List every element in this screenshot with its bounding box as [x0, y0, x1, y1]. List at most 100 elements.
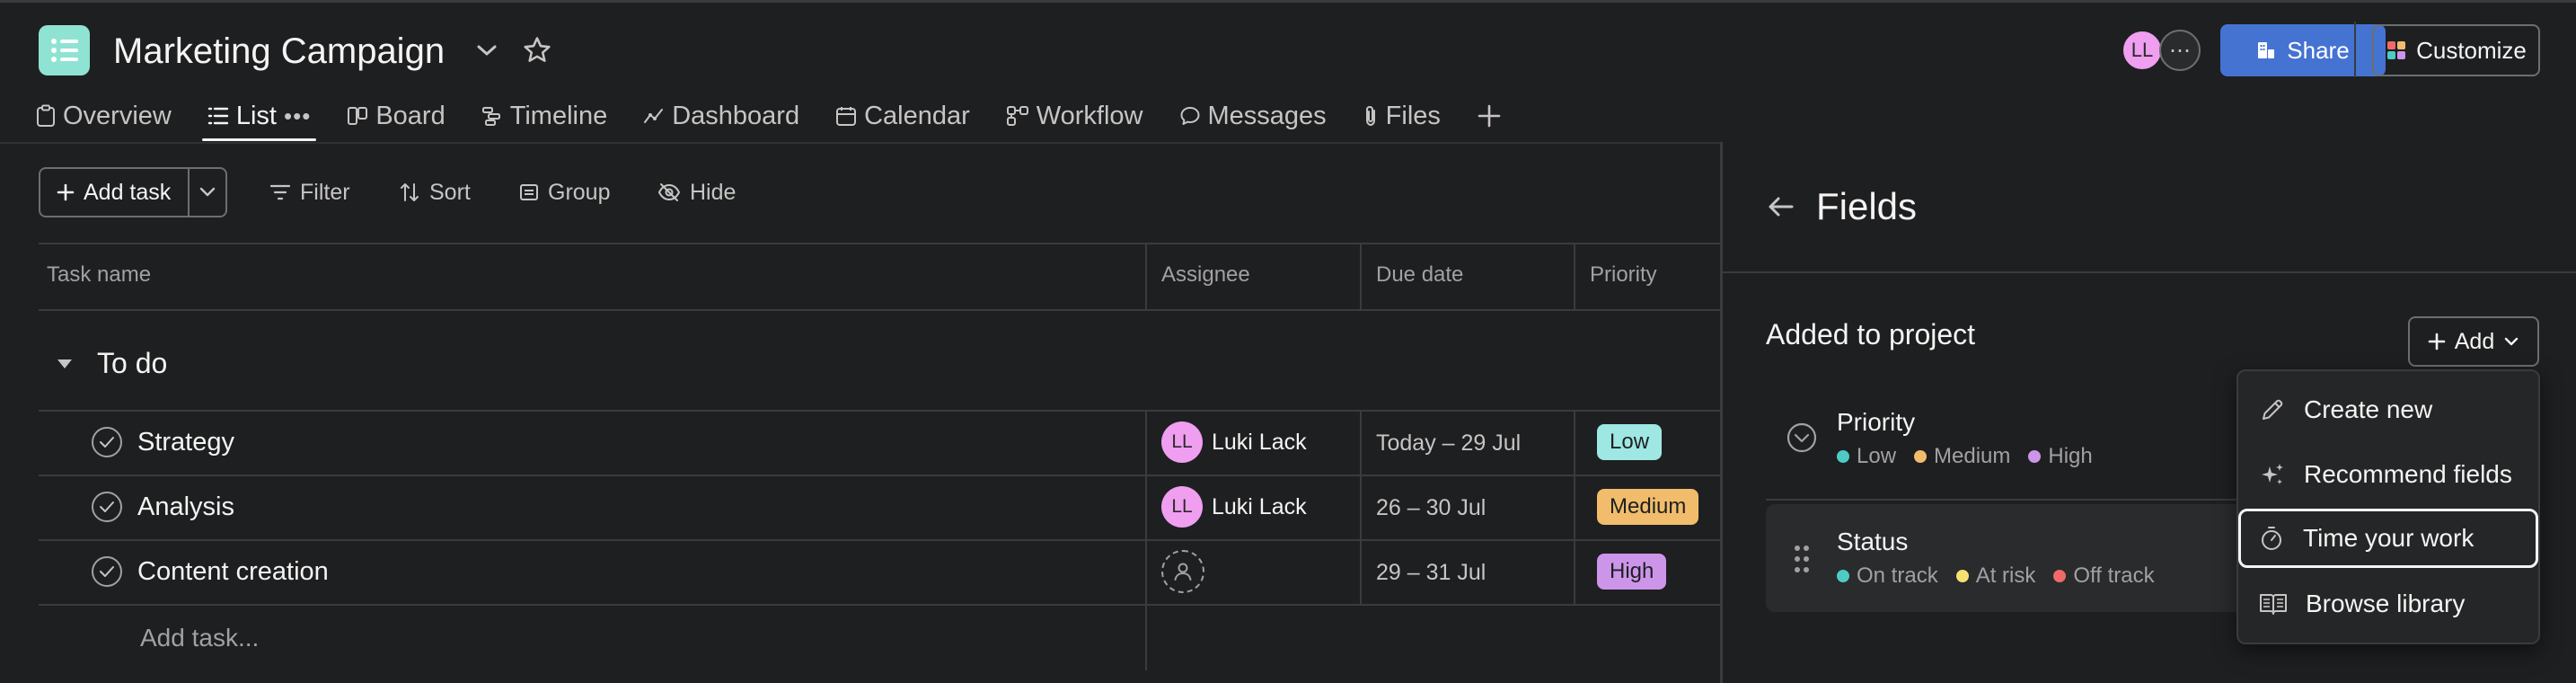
avatar: LL	[1161, 421, 1203, 463]
pencil-icon	[2263, 399, 2283, 420]
assignee-cell[interactable]: LL Luki Lack	[1161, 421, 1307, 463]
back-arrow-icon[interactable]	[1765, 191, 1801, 226]
complete-check-icon[interactable]	[92, 427, 122, 457]
sort-button[interactable]: Sort	[399, 174, 471, 210]
avatar: LL	[1161, 486, 1203, 528]
tab-dashboard[interactable]: Dashboard	[643, 94, 799, 137]
section-title[interactable]: To do	[97, 347, 167, 380]
field-status[interactable]: Status On track At risk Off track	[1837, 528, 2155, 589]
tab-board[interactable]: Board	[347, 94, 446, 137]
option-label: Low	[1857, 444, 1897, 468]
add-field-button[interactable]: Add	[2408, 316, 2539, 367]
tab-timeline[interactable]: Timeline	[481, 94, 608, 137]
complete-check-icon[interactable]	[92, 492, 122, 522]
field-option: At risk	[1955, 563, 2035, 589]
tab-overview[interactable]: Overview	[36, 94, 172, 137]
add-task-button[interactable]: Add task	[40, 169, 190, 216]
add-task-dropdown[interactable]	[190, 169, 225, 216]
field-options: On track At risk Off track	[1837, 563, 2155, 589]
tab-files[interactable]: Files	[1363, 94, 1441, 137]
share-label: Share	[2287, 36, 2350, 64]
member-avatar[interactable]: LL	[2122, 30, 2163, 71]
chevron-down-icon	[199, 187, 216, 197]
stopwatch-icon	[2262, 527, 2281, 550]
project-list-icon[interactable]	[39, 25, 90, 75]
group-label: Group	[548, 179, 611, 205]
share-button[interactable]: Share	[2220, 24, 2386, 76]
filter-button[interactable]: Filter	[269, 174, 350, 210]
table-header-border	[39, 309, 1720, 311]
tab-label: Messages	[1207, 101, 1327, 130]
tab-list[interactable]: List •••	[201, 94, 317, 141]
star-icon[interactable]	[519, 32, 555, 68]
tab-messages[interactable]: Messages	[1179, 94, 1327, 137]
hide-button[interactable]: Hide	[657, 174, 736, 210]
eye-slash-icon	[657, 183, 681, 201]
color-dot	[1914, 450, 1928, 463]
complete-check-icon[interactable]	[92, 556, 122, 587]
drag-handle-icon[interactable]	[1791, 543, 1813, 575]
row-border	[39, 475, 1720, 476]
column-header-assignee[interactable]: Assignee	[1161, 262, 1250, 288]
color-dot	[1837, 570, 1849, 582]
tab-more-icon[interactable]: •••	[284, 102, 311, 130]
project-title[interactable]: Marketing Campaign	[113, 27, 445, 75]
panel-title: Fields	[1816, 185, 1918, 227]
paperclip-icon	[1365, 105, 1375, 127]
customize-button[interactable]: Customize	[2372, 24, 2540, 76]
menu-item-time-your-work[interactable]: Time your work	[2238, 509, 2538, 568]
due-date[interactable]: 26 – 30 Jul	[1376, 495, 1486, 521]
add-task-inline[interactable]: Add task...	[140, 624, 259, 652]
customize-grid-icon	[2387, 41, 2406, 59]
priority-badge[interactable]: Low	[1597, 424, 1663, 460]
column-divider	[1145, 410, 1147, 670]
add-tab-icon[interactable]	[1477, 94, 1502, 137]
row-border	[39, 604, 1720, 606]
priority-badge[interactable]: High	[1597, 554, 1667, 590]
chevron-down-icon	[2505, 337, 2519, 346]
workflow-icon	[1006, 106, 1028, 126]
share-people-icon	[2258, 42, 2275, 58]
unassigned-avatar-icon[interactable]	[1161, 550, 1204, 593]
message-icon	[1180, 107, 1199, 125]
menu-item-label: Time your work	[2303, 524, 2475, 552]
tab-label: Timeline	[509, 101, 608, 130]
table-top-border	[39, 243, 1720, 244]
menu-item-recommend-fields[interactable]: Recommend fields	[2239, 445, 2537, 504]
assignee-cell[interactable]: LL Luki Lack	[1161, 486, 1307, 528]
field-option: On track	[1837, 563, 1938, 589]
priority-badge[interactable]: Medium	[1597, 489, 1699, 525]
task-name[interactable]: Analysis	[137, 492, 234, 522]
sparkle-icon	[2262, 464, 2283, 484]
board-icon	[348, 107, 368, 125]
due-date[interactable]: Today – 29 Jul	[1376, 430, 1521, 457]
add-field-label: Add	[2454, 328, 2495, 354]
menu-item-browse-library[interactable]: Browse library	[2239, 574, 2537, 634]
filter-label: Filter	[300, 179, 350, 205]
task-name[interactable]: Strategy	[137, 428, 234, 457]
collapse-caret-icon[interactable]	[56, 358, 74, 374]
tab-calendar[interactable]: Calendar	[835, 94, 970, 137]
field-priority[interactable]: Priority Low Medium High	[1837, 408, 2093, 469]
column-divider	[1574, 243, 1575, 311]
option-label: On track	[1857, 563, 1938, 588]
chevron-down-icon[interactable]	[471, 36, 503, 65]
column-header-due-date[interactable]: Due date	[1376, 262, 1463, 288]
menu-item-create-new[interactable]: Create new	[2239, 380, 2537, 439]
group-button[interactable]: Group	[519, 174, 610, 210]
assignee-name: Luki Lack	[1212, 493, 1307, 519]
color-dot	[2053, 570, 2067, 582]
field-option: Low	[1837, 444, 1896, 469]
assignee-name: Luki Lack	[1212, 429, 1307, 455]
column-header-task-name[interactable]: Task name	[47, 262, 151, 288]
added-to-project-heading: Added to project	[1766, 318, 1976, 350]
due-date[interactable]: 29 – 31 Jul	[1376, 560, 1486, 586]
tab-label: Dashboard	[672, 101, 800, 130]
add-task-button-group: Add task	[39, 167, 227, 217]
task-name[interactable]: Content creation	[137, 557, 329, 587]
tab-workflow[interactable]: Workflow	[1006, 94, 1143, 137]
plus-icon	[2428, 333, 2446, 350]
column-header-priority[interactable]: Priority	[1590, 262, 1657, 288]
more-members-icon[interactable]: ⋯	[2159, 30, 2201, 71]
color-dot	[1837, 450, 1849, 463]
